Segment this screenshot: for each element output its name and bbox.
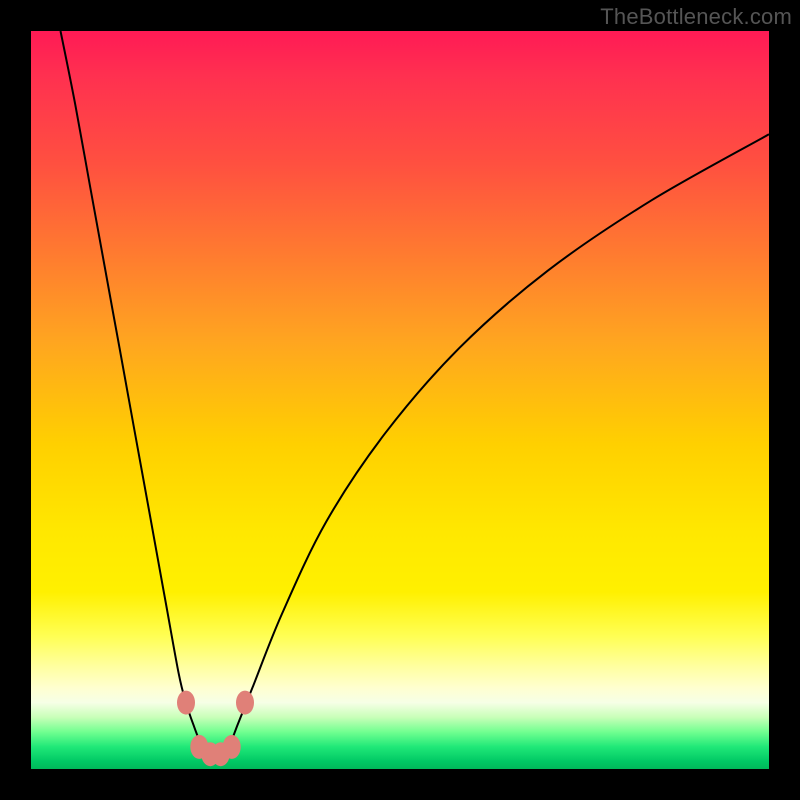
plot-area bbox=[31, 31, 769, 769]
curve-marker bbox=[236, 691, 254, 715]
marker-group bbox=[177, 691, 254, 767]
attribution-label: TheBottleneck.com bbox=[600, 4, 792, 30]
chart-stage: TheBottleneck.com bbox=[0, 0, 800, 800]
chart-svg bbox=[31, 31, 769, 769]
curve-marker bbox=[223, 735, 241, 759]
curve-marker bbox=[177, 691, 195, 715]
bottleneck-curve bbox=[61, 31, 770, 754]
